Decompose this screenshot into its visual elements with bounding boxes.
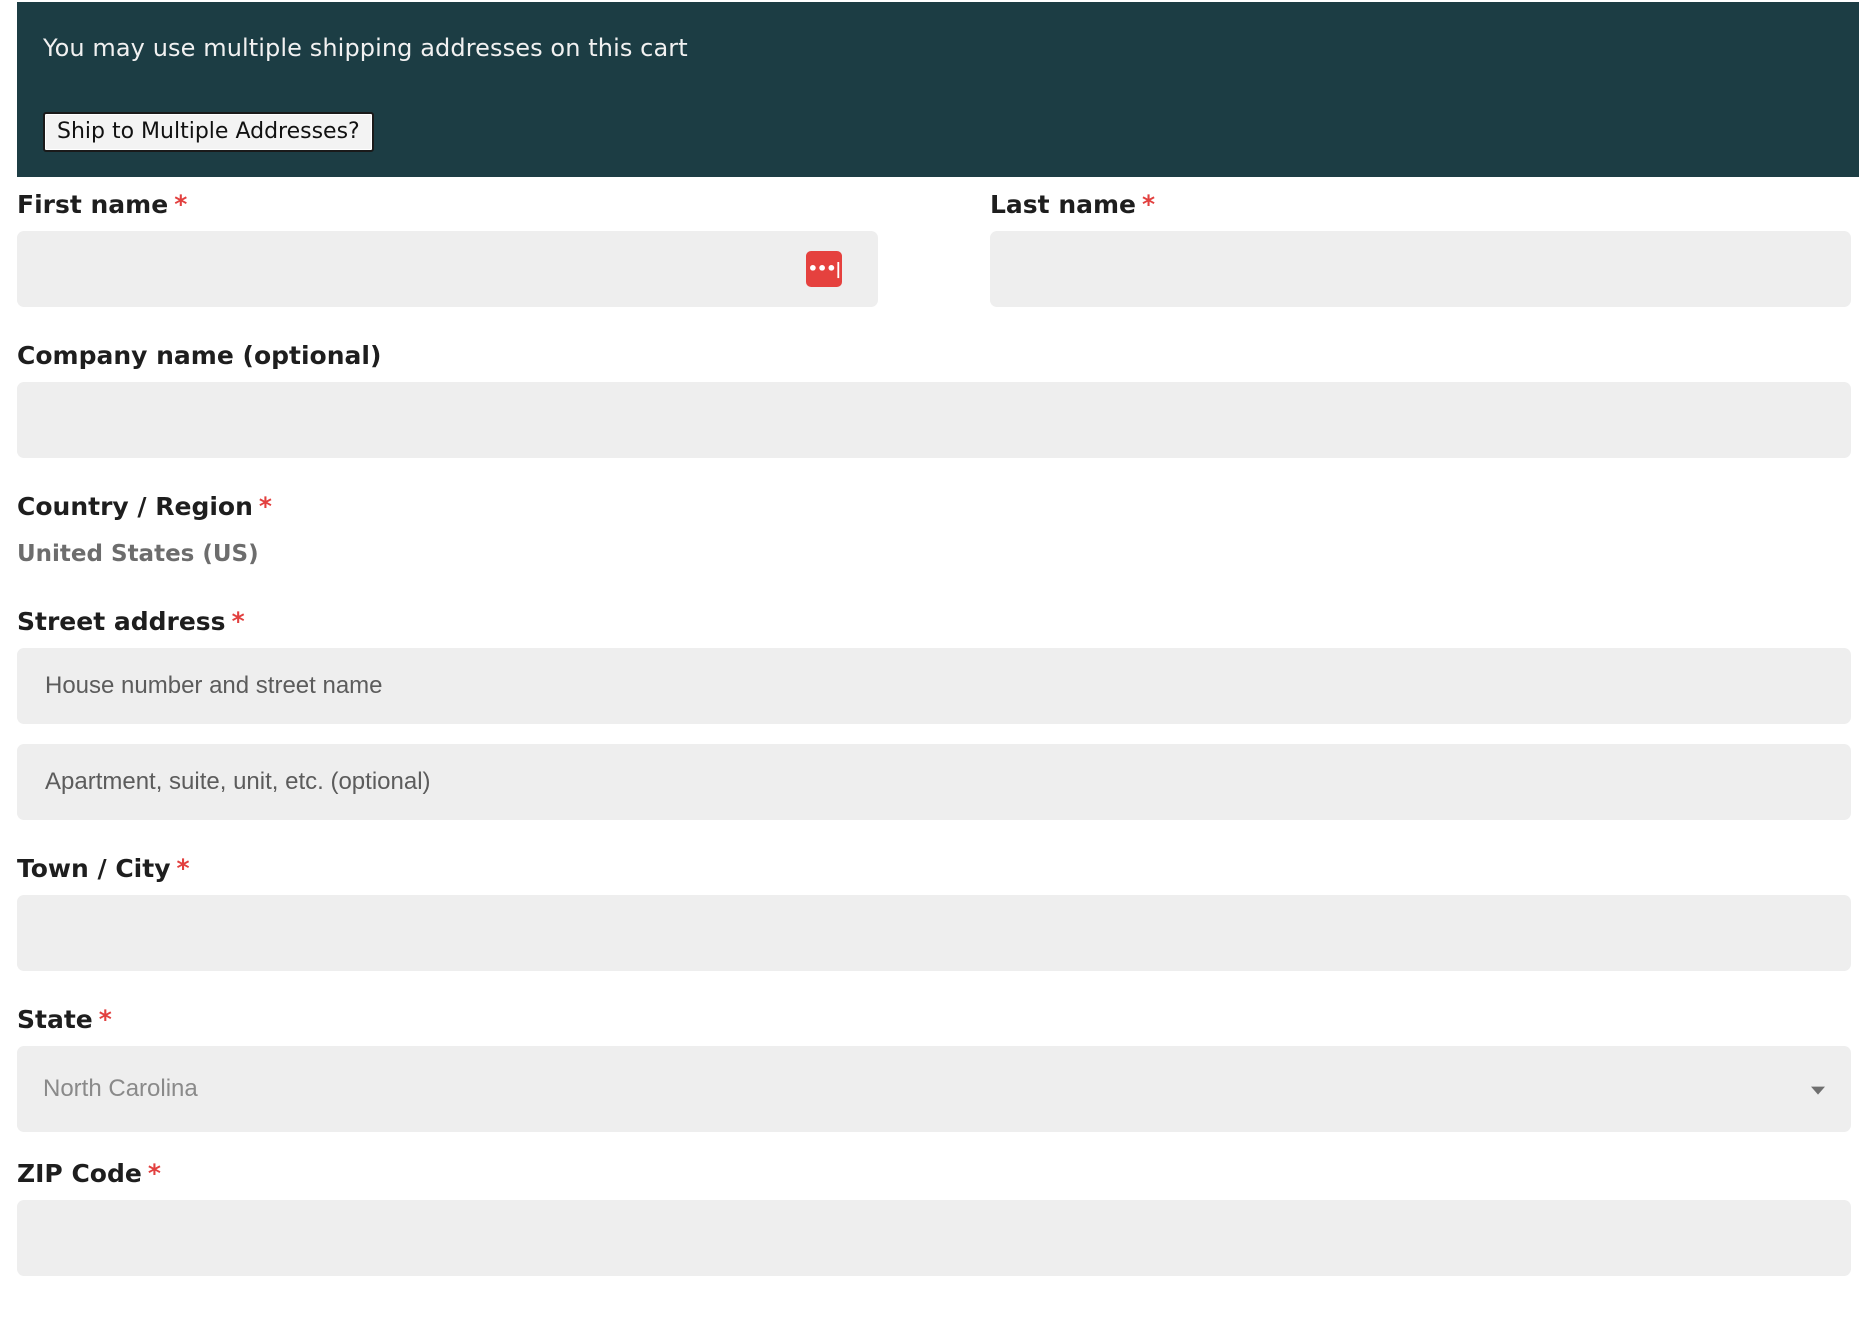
- country-label: Country / Region *: [17, 492, 272, 521]
- last-name-label-text: Last name: [990, 190, 1137, 219]
- state-selected-value: North Carolina: [43, 1075, 198, 1102]
- shipping-address-form: You may use multiple shipping addresses …: [0, 0, 1870, 1340]
- required-asterisk: *: [231, 607, 245, 636]
- first-name-label: First name *: [17, 190, 187, 219]
- city-input[interactable]: [17, 895, 1851, 971]
- zip-code-input[interactable]: [17, 1200, 1851, 1276]
- street-address-label-text: Street address: [17, 607, 226, 636]
- street-address-label: Street address *: [17, 607, 245, 636]
- multiple-addresses-notice: You may use multiple shipping addresses …: [17, 2, 1859, 177]
- country-label-text: Country / Region: [17, 492, 253, 521]
- company-name-label: Company name (optional): [17, 341, 381, 370]
- last-name-input[interactable]: [990, 231, 1851, 307]
- required-asterisk: *: [174, 190, 188, 219]
- zip-code-label-text: ZIP Code: [17, 1159, 142, 1188]
- city-label-text: Town / City: [17, 854, 171, 883]
- company-name-label-text: Company name (optional): [17, 341, 382, 370]
- first-name-label-text: First name: [17, 190, 169, 219]
- street-address-line1-placeholder: House number and street name: [45, 672, 383, 699]
- street-address-line1-input[interactable]: House number and street name: [17, 648, 1851, 724]
- state-select[interactable]: North Carolina: [17, 1046, 1851, 1132]
- required-asterisk: *: [258, 492, 272, 521]
- country-value: United States (US): [17, 541, 259, 567]
- notice-text: You may use multiple shipping addresses …: [43, 34, 688, 62]
- chevron-down-icon: [1811, 1086, 1825, 1095]
- required-asterisk: *: [1142, 190, 1156, 219]
- password-manager-icon[interactable]: •••|: [806, 251, 842, 287]
- zip-code-label: ZIP Code *: [17, 1159, 161, 1188]
- required-asterisk: *: [98, 1005, 112, 1034]
- last-name-label: Last name *: [990, 190, 1155, 219]
- ship-to-multiple-addresses-button[interactable]: Ship to Multiple Addresses?: [43, 112, 374, 152]
- state-label: State *: [17, 1005, 112, 1034]
- company-name-input[interactable]: [17, 382, 1851, 458]
- state-label-text: State: [17, 1005, 93, 1034]
- required-asterisk: *: [147, 1159, 161, 1188]
- street-address-line2-input[interactable]: Apartment, suite, unit, etc. (optional): [17, 744, 1851, 820]
- required-asterisk: *: [176, 854, 190, 883]
- city-label: Town / City *: [17, 854, 190, 883]
- street-address-line2-placeholder: Apartment, suite, unit, etc. (optional): [45, 768, 431, 795]
- first-name-input[interactable]: •••|: [17, 231, 878, 307]
